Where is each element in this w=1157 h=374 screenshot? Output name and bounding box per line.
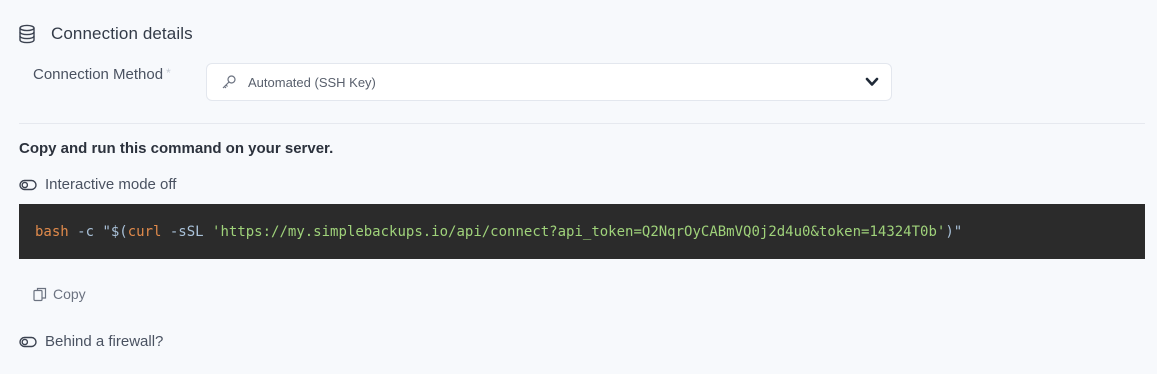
command-bash: bash <box>35 223 69 240</box>
command-url: 'https://my.simplebackups.io/api/connect… <box>212 223 946 240</box>
command-open: "$( <box>102 223 128 240</box>
command-flag: -c <box>68 223 103 240</box>
command-curl: curl <box>127 223 162 240</box>
key-icon <box>221 74 237 90</box>
divider <box>19 123 1145 124</box>
chevron-down-icon[interactable] <box>865 76 879 88</box>
firewall-label: Behind a firewall? <box>45 333 164 350</box>
copy-icon <box>33 287 47 302</box>
firewall-toggle[interactable]: Behind a firewall? <box>19 333 163 350</box>
interactive-mode-toggle[interactable]: Interactive mode off <box>19 176 176 193</box>
copy-button-label: Copy <box>53 286 86 302</box>
toggle-off-icon <box>19 179 37 191</box>
connection-method-label-text: Connection Method <box>33 66 164 83</box>
connection-method-value: Automated (SSH Key) <box>248 74 376 90</box>
toggle-off-icon <box>19 336 37 348</box>
interactive-mode-label: Interactive mode off <box>45 176 177 193</box>
section-title: Connection details <box>51 24 193 43</box>
copy-button[interactable]: Copy <box>33 286 86 302</box>
required-marker: * <box>166 66 171 80</box>
connection-method-label: Connection Method * <box>33 66 171 83</box>
database-icon <box>18 24 36 44</box>
section-header: Connection details <box>18 22 193 46</box>
instruction-text: Copy and run this command on your server… <box>19 140 334 157</box>
command-curl-flag: -sSL <box>161 223 213 240</box>
connection-method-select[interactable]: Automated (SSH Key) <box>206 63 892 101</box>
command-close: )" <box>945 223 963 240</box>
command-code-block: bash -c "$(curl -sSL 'https://my.simpleb… <box>19 204 1145 259</box>
